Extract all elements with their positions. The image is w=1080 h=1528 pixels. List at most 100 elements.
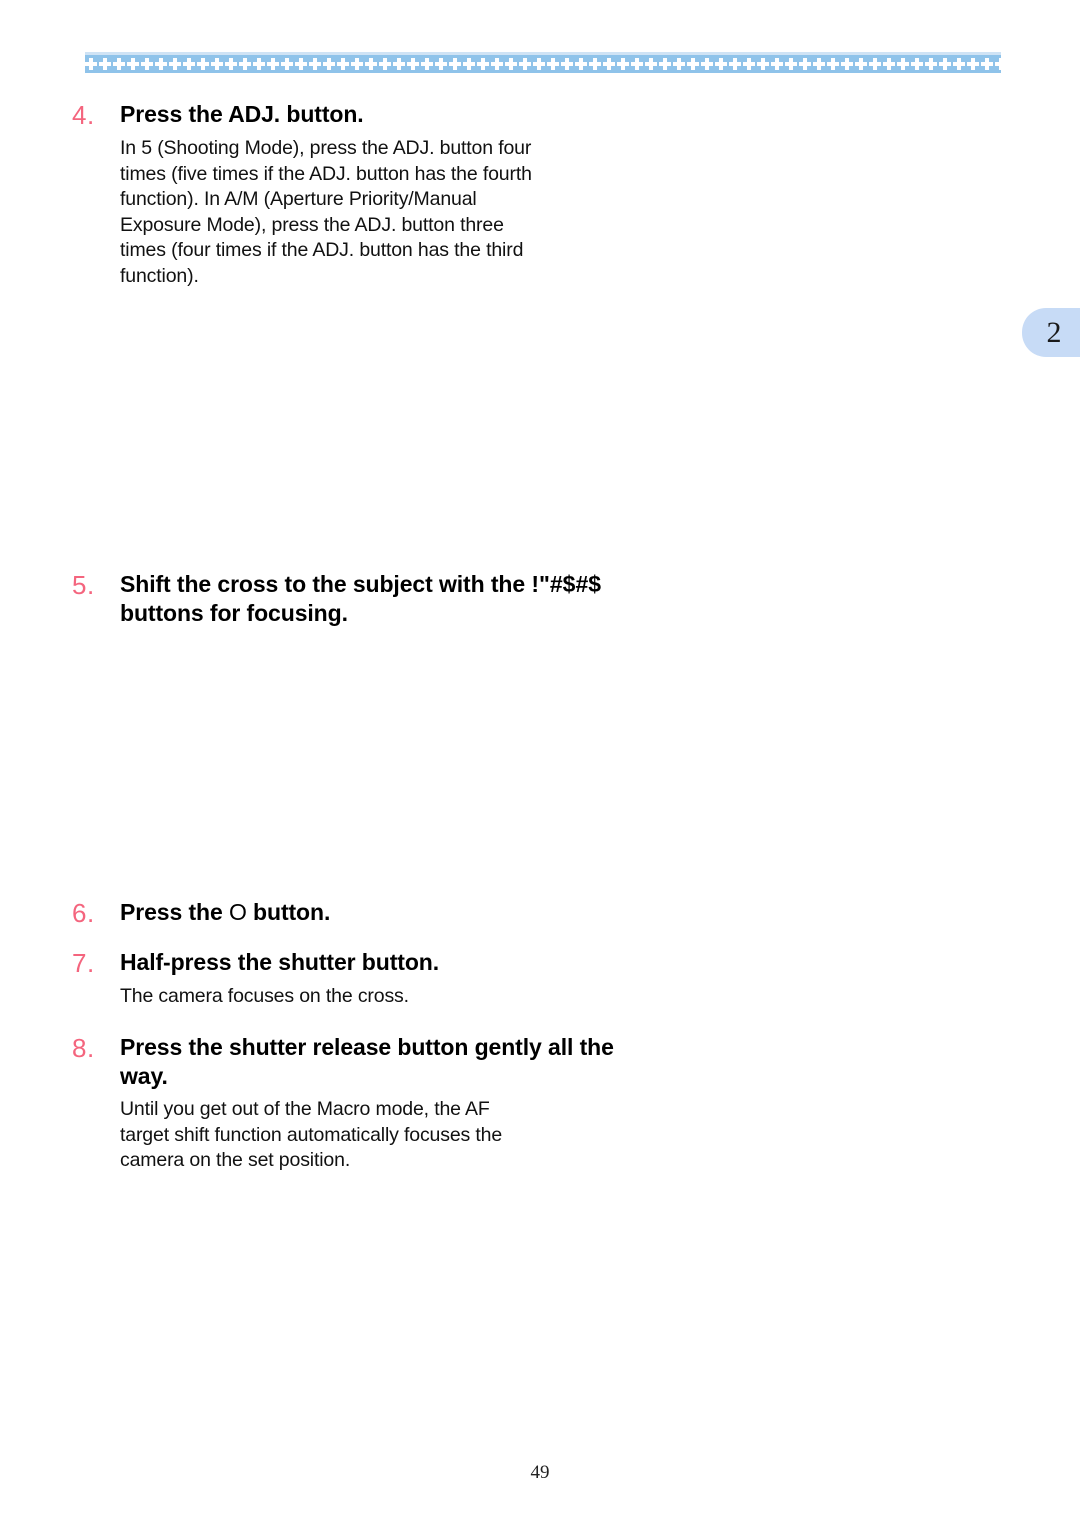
diamond-cluster-icon (281, 57, 295, 71)
button-glyph-placeholder: !"#$#$ (531, 571, 602, 597)
step-item-6: 6. Press the O button. (72, 898, 632, 928)
diamond-cluster-icon (687, 57, 701, 71)
diamond-cluster-icon (897, 57, 911, 71)
step-item-4: 4. Press the ADJ. button. In 5 (Shooting… (72, 100, 632, 290)
ok-button-glyph-placeholder: O (228, 899, 247, 925)
step-heading-row: 5. Shift the cross to the subject with t… (72, 570, 632, 628)
diamond-cluster-icon (435, 57, 449, 71)
step-heading: Press the O button. (120, 898, 632, 927)
diamond-cluster-icon (295, 57, 309, 71)
step-body-text: The camera focuses on the cross. (120, 985, 409, 1007)
diamond-cluster-icon (351, 57, 365, 71)
diamond-cluster-icon (967, 57, 981, 71)
diamond-cluster-icon (421, 57, 435, 71)
diamond-cluster-icon (631, 57, 645, 71)
diamond-cluster-icon (449, 57, 463, 71)
step-heading: Shift the cross to the subject with the … (120, 570, 632, 628)
diamond-cluster-icon (953, 57, 967, 71)
diamond-cluster-icon (225, 57, 239, 71)
diamond-cluster-icon (379, 57, 393, 71)
step-number: 4. (72, 100, 95, 130)
diamond-cluster-icon (113, 57, 127, 71)
diamond-cluster-icon (827, 57, 841, 71)
diamond-cluster-icon (463, 57, 477, 71)
diamond-cluster-icon (799, 57, 813, 71)
diamond-cluster-icon (645, 57, 659, 71)
step-item-8: 8. Press the shutter release button gent… (72, 1033, 632, 1174)
diamond-cluster-icon (85, 57, 99, 71)
step-heading-text-after: button. (246, 899, 331, 925)
diamond-cluster-icon (981, 57, 995, 71)
diamond-cluster-icon (547, 57, 561, 71)
page-number: 49 (530, 1462, 550, 1483)
diamond-cluster-icon (239, 57, 253, 71)
diamond-cluster-icon (407, 57, 421, 71)
diamond-cluster-icon (365, 57, 379, 71)
step-heading-row: 4. Press the ADJ. button. (72, 100, 632, 130)
diamond-cluster-icon (337, 57, 351, 71)
diamond-cluster-icon (99, 57, 113, 71)
diamond-cluster-icon (533, 57, 547, 71)
diamond-cluster-icon (939, 57, 953, 71)
diamond-cluster-icon (393, 57, 407, 71)
diamond-cluster-icon (883, 57, 897, 71)
step-heading-text-before: Shift the cross to the subject with the (120, 571, 532, 597)
diamond-cluster-icon (561, 57, 575, 71)
step-body-text: In 5 (Shooting Mode), press the ADJ. but… (120, 137, 532, 287)
diamond-cluster-icon (575, 57, 589, 71)
diamond-cluster-icon (253, 57, 267, 71)
diamond-cluster-icon (869, 57, 883, 71)
diamond-cluster-icon (855, 57, 869, 71)
diamond-cluster-icon (477, 57, 491, 71)
diamond-cluster-icon (491, 57, 505, 71)
step-number: 5. (72, 570, 95, 600)
diamond-cluster-icon (771, 57, 785, 71)
diamond-cluster-icon (309, 57, 323, 71)
step-heading: Press the shutter release button gently … (120, 1034, 614, 1089)
step-heading: Half-press the shutter button. (120, 949, 440, 975)
diamond-cluster-icon (197, 57, 211, 71)
diamond-cluster-icon (785, 57, 799, 71)
diamond-cluster-icon (169, 57, 183, 71)
diamond-cluster-icon (911, 57, 925, 71)
diamond-cluster-icon (925, 57, 939, 71)
diamond-cluster-icon (603, 57, 617, 71)
diamond-cluster-icon (701, 57, 715, 71)
banner-motif-row (85, 55, 1001, 73)
diamond-cluster-icon (995, 57, 1001, 71)
step-heading-text-after: buttons for focusing. (120, 600, 348, 626)
step-item-5: 5. Shift the cross to the subject with t… (72, 570, 632, 628)
diamond-cluster-icon (673, 57, 687, 71)
step-number: 8. (72, 1033, 95, 1063)
diamond-cluster-icon (841, 57, 855, 71)
diamond-cluster-icon (617, 57, 631, 71)
diamond-cluster-icon (659, 57, 673, 71)
decorative-header-banner (85, 52, 1001, 73)
step-number: 6. (72, 898, 95, 928)
diamond-cluster-icon (267, 57, 281, 71)
step-item-7: 7. Half-press the shutter button. The ca… (72, 948, 632, 1010)
diamond-cluster-icon (519, 57, 533, 71)
step-heading: Press the ADJ. button. (120, 101, 364, 127)
diamond-cluster-icon (183, 57, 197, 71)
diamond-cluster-icon (505, 57, 519, 71)
diamond-cluster-icon (211, 57, 225, 71)
step-number: 7. (72, 948, 95, 978)
step-heading-row: 8. Press the shutter release button gent… (72, 1033, 632, 1091)
diamond-cluster-icon (743, 57, 757, 71)
diamond-cluster-icon (757, 57, 771, 71)
step-heading-row: 6. Press the O button. (72, 898, 632, 928)
step-heading-row: 7. Half-press the shutter button. (72, 948, 632, 978)
diamond-cluster-icon (323, 57, 337, 71)
diamond-cluster-icon (813, 57, 827, 71)
step-body-text: Until you get out of the Macro mode, the… (120, 1098, 503, 1172)
diamond-cluster-icon (155, 57, 169, 71)
diamond-cluster-icon (141, 57, 155, 71)
diamond-cluster-icon (589, 57, 603, 71)
diamond-cluster-icon (729, 57, 743, 71)
chapter-tab-number: 2 (1046, 315, 1062, 349)
chapter-tab: 2 (1022, 308, 1080, 357)
diamond-cluster-icon (127, 57, 141, 71)
step-heading-text-before: Press the (120, 899, 229, 925)
diamond-cluster-icon (715, 57, 729, 71)
